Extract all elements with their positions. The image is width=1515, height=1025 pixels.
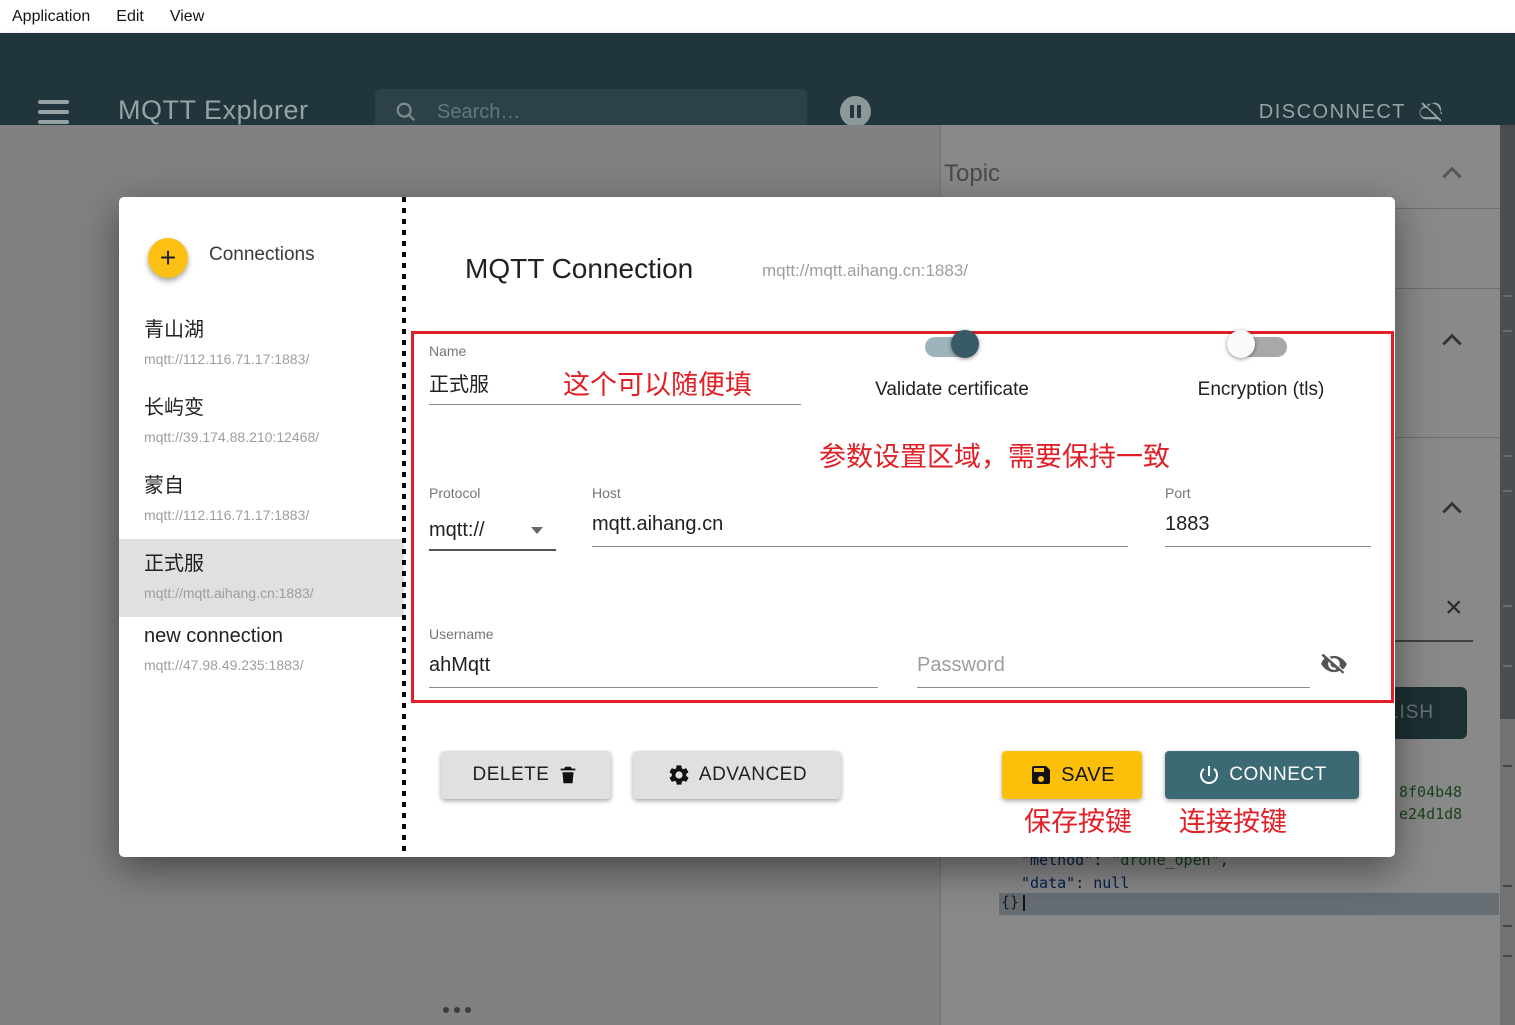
eye-off-icon [1320,650,1348,678]
delete-label: DELETE [473,764,550,786]
connect-label: CONNECT [1229,764,1326,786]
connection-item[interactable]: 青山湖 mqtt://112.116.71.17:1883/ [119,305,404,383]
connection-item[interactable]: 长屿变 mqtt://39.174.88.210:12468/ [119,383,404,461]
advanced-label: ADVANCED [699,764,807,786]
username-field[interactable] [429,654,878,688]
power-icon [1197,763,1221,787]
connection-dialog: + Connections 青山湖 mqtt://112.116.71.17:1… [119,197,1395,857]
pause-button[interactable] [840,96,871,127]
pause-icon [857,105,861,118]
connections-title: Connections [209,244,315,266]
app-header: MQTT Explorer DISCONNECT [0,33,1515,125]
connection-item[interactable]: 蒙自 mqtt://112.116.71.17:1883/ [119,461,404,539]
gear-icon [667,763,691,787]
trash-icon [557,763,579,787]
connection-item[interactable]: new connection mqtt://47.98.49.235:1883/ [119,617,404,695]
search-input[interactable] [435,100,769,125]
connect-annotation: 连接按键 [1179,800,1287,839]
connection-url: mqtt://39.174.88.210:12468/ [144,429,404,445]
encryption-toggle-knob[interactable] [1227,330,1255,358]
connection-name: 蒙自 [144,469,404,498]
app-window: Application Edit View MQTT Explorer DISC… [0,0,1515,1025]
app-title: MQTT Explorer [118,95,309,126]
delete-button[interactable]: DELETE [441,751,611,799]
pause-icon [850,105,854,118]
connection-name: 长屿变 [144,391,404,420]
protocol-value: mqtt:// [429,519,485,542]
name-annotation: 这个可以随便填 [563,363,752,402]
dialog-title: MQTT Connection [465,253,693,285]
port-field[interactable] [1165,513,1371,547]
port-label: Port [1165,485,1191,501]
connection-name: 正式服 [144,547,404,576]
connection-name: 青山湖 [144,313,404,342]
menu-view[interactable]: View [170,8,204,26]
save-annotation: 保存按键 [1024,800,1132,839]
dialog-subtitle: mqtt://mqtt.aihang.cn:1883/ [762,261,968,281]
params-annotation: 参数设置区域，需要保持一致 [819,435,1170,474]
validate-certificate-toggle-knob[interactable] [951,330,979,358]
menu-edit[interactable]: Edit [116,8,144,26]
connection-name: new connection [144,625,404,648]
save-button[interactable]: SAVE [1002,751,1142,799]
toggle-password-visibility-button[interactable] [1317,647,1351,681]
connection-item-selected[interactable]: 正式服 mqtt://mqtt.aihang.cn:1883/ [119,539,404,617]
host-field[interactable] [592,513,1128,547]
protocol-label: Protocol [429,485,480,501]
name-label: Name [429,343,466,359]
save-icon [1029,763,1053,787]
cloud-off-icon [1418,99,1445,126]
advanced-button[interactable]: ADVANCED [633,751,841,799]
menu-application[interactable]: Application [12,8,90,26]
username-label: Username [429,626,494,642]
add-connection-button[interactable]: + [148,238,188,278]
host-label: Host [592,485,621,501]
disconnect-label: DISCONNECT [1259,101,1406,124]
connection-url: mqtt://112.116.71.17:1883/ [144,351,404,367]
menu-bar: Application Edit View [0,0,1515,33]
validate-certificate-label: Validate certificate [842,379,1062,401]
save-label: SAVE [1061,764,1115,787]
disconnect-button[interactable]: DISCONNECT [1259,99,1445,126]
sidebar-divider [402,197,406,857]
connection-url: mqtt://47.98.49.235:1883/ [144,657,404,673]
connect-button[interactable]: CONNECT [1165,751,1359,799]
protocol-select[interactable]: mqtt:// [429,511,556,551]
hamburger-menu-icon[interactable] [38,100,69,124]
chevron-down-icon [531,527,543,534]
connection-url: mqtt://112.116.71.17:1883/ [144,507,404,523]
search-icon [395,101,417,123]
password-field[interactable] [917,654,1310,688]
encryption-label: Encryption (tls) [1151,379,1371,401]
connection-url: mqtt://mqtt.aihang.cn:1883/ [144,585,404,601]
